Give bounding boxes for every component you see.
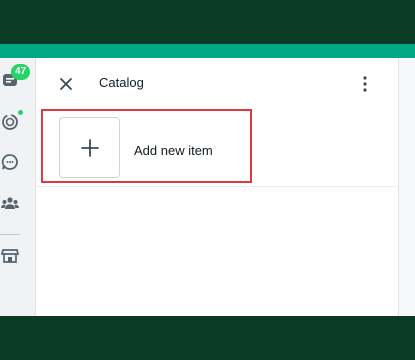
more-vertical-icon[interactable] [358, 74, 372, 94]
page-title: Catalog [99, 75, 144, 90]
rail-divider [0, 234, 20, 235]
status-indicator-dot [17, 109, 24, 116]
store-icon[interactable] [0, 246, 20, 266]
right-pane-edge [399, 58, 415, 316]
bottom-frame [0, 316, 415, 360]
add-new-item-button[interactable]: Add new item [41, 109, 252, 183]
section-divider [37, 186, 399, 187]
app-window: 47 Catalog Add new item [0, 58, 415, 316]
plus-icon [81, 139, 99, 157]
status-icon[interactable] [0, 112, 20, 132]
communities-icon[interactable] [0, 193, 20, 213]
add-new-item-label: Add new item [134, 143, 213, 158]
close-icon[interactable] [57, 75, 75, 93]
top-frame [0, 0, 415, 44]
unread-badge: 47 [11, 64, 31, 80]
channels-icon[interactable] [0, 152, 20, 172]
plus-tile [59, 117, 120, 178]
navigation-rail: 47 [0, 58, 36, 316]
accent-strip [0, 44, 415, 58]
catalog-panel: Catalog Add new item [37, 58, 399, 316]
